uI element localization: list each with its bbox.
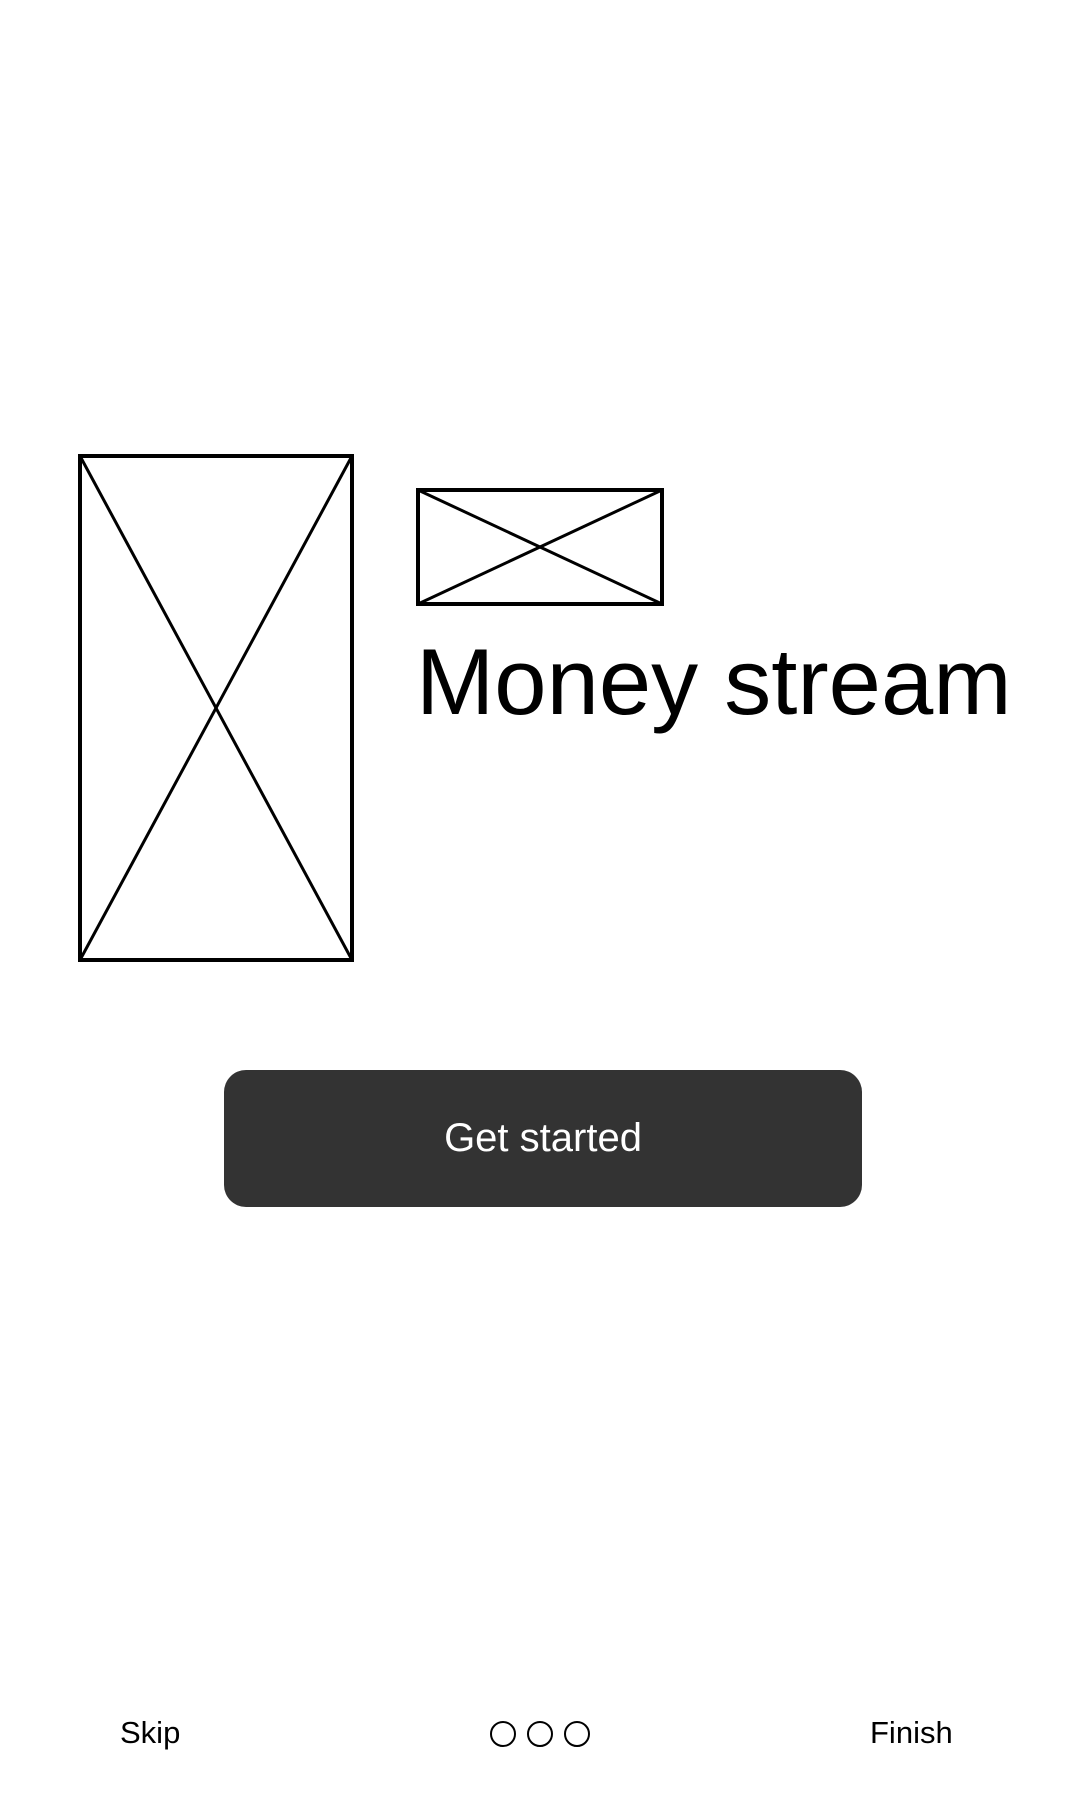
image-placeholder-icon — [78, 454, 354, 962]
get-started-button[interactable]: Get started — [224, 1070, 862, 1207]
finish-button[interactable]: Finish — [870, 1713, 953, 1753]
skip-button[interactable]: Skip — [120, 1713, 180, 1753]
app-title: Money stream — [416, 629, 1012, 734]
logo-placeholder-icon — [416, 488, 664, 606]
page-dot-1[interactable] — [490, 1721, 516, 1747]
page-dot-3[interactable] — [564, 1721, 590, 1747]
page-indicator — [490, 1716, 600, 1752]
page-dot-2[interactable] — [527, 1721, 553, 1747]
